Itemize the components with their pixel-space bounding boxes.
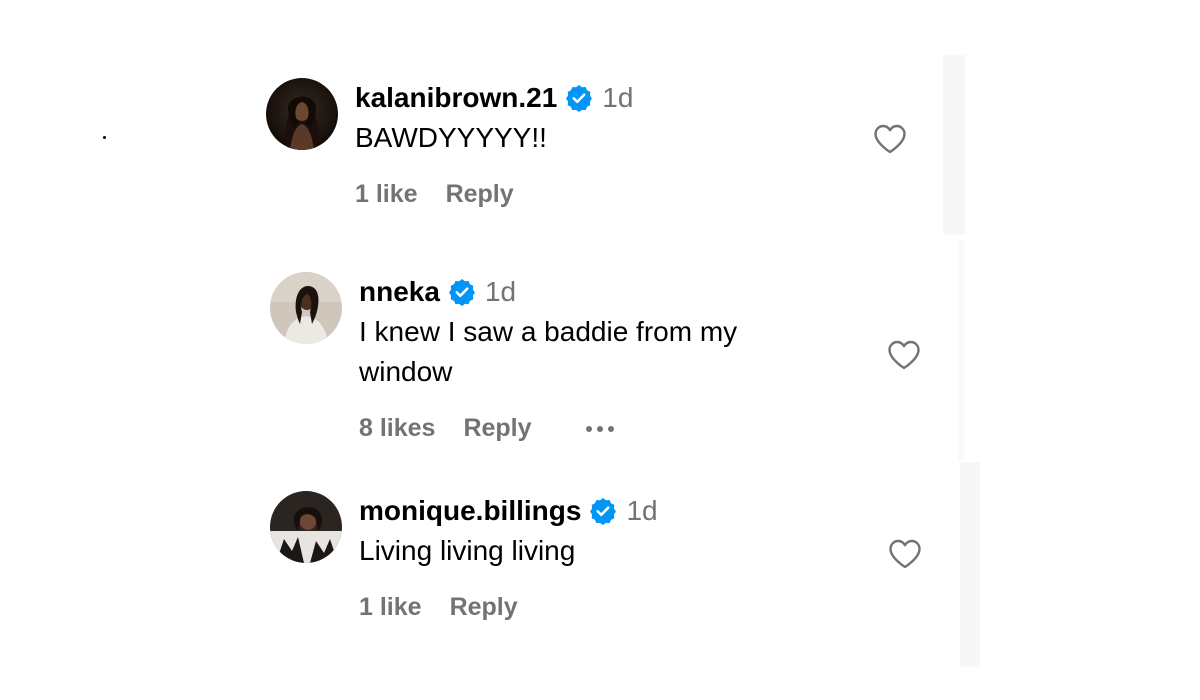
comment-text: BAWDYYYYY!! bbox=[355, 122, 547, 153]
comment-time: 1d bbox=[602, 82, 634, 113]
more-options-icon[interactable] bbox=[585, 419, 614, 439]
avatar[interactable] bbox=[270, 491, 342, 563]
avatar[interactable] bbox=[266, 78, 338, 150]
more-dot bbox=[585, 425, 592, 432]
comment-time: 1d bbox=[484, 276, 517, 307]
more-dot bbox=[607, 425, 614, 432]
like-count[interactable]: 1 like bbox=[355, 180, 418, 209]
heart-icon[interactable] bbox=[888, 539, 922, 569]
scroll-edge bbox=[960, 462, 980, 667]
comment-text: Living living living bbox=[359, 535, 576, 566]
like-count[interactable]: 1 like bbox=[359, 593, 422, 622]
more-dot bbox=[596, 425, 603, 432]
reply-button[interactable]: Reply bbox=[463, 414, 531, 443]
stray-dot bbox=[103, 136, 106, 139]
heart-icon[interactable] bbox=[887, 340, 921, 370]
reply-button[interactable]: Reply bbox=[446, 180, 514, 209]
avatar[interactable] bbox=[270, 272, 342, 344]
comment-time: 1d bbox=[626, 495, 658, 526]
comment-text: I knew I saw a baddie from my window bbox=[359, 316, 738, 387]
reply-button[interactable]: Reply bbox=[450, 593, 518, 622]
verified-badge-icon bbox=[589, 497, 617, 525]
username[interactable]: nneka bbox=[359, 276, 440, 308]
verified-badge-icon bbox=[565, 84, 593, 112]
scroll-edge bbox=[943, 55, 965, 235]
like-count[interactable]: 8 likes bbox=[359, 414, 435, 443]
username[interactable]: kalanibrown.21 bbox=[355, 82, 557, 114]
scroll-edge bbox=[958, 240, 964, 460]
heart-icon[interactable] bbox=[873, 124, 907, 154]
username[interactable]: monique.billings bbox=[359, 495, 581, 527]
verified-badge-icon bbox=[448, 278, 476, 306]
